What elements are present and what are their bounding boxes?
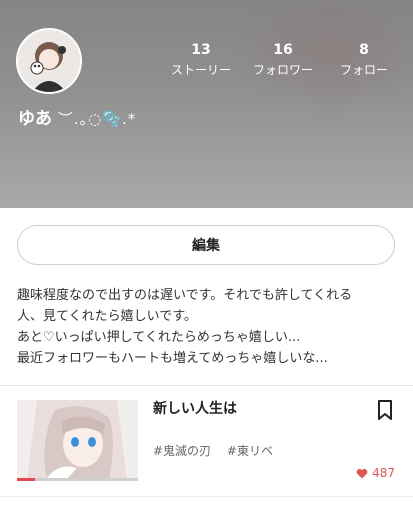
story-title[interactable]: 新しい人生は [153,398,237,418]
stat-followers[interactable]: 16 フォロワー [248,42,318,79]
followers-label: フォロワー [252,63,313,77]
read-progress-fill [17,478,36,481]
story-list-item[interactable]: 新しい人生は #鬼滅の刃 #東リベ 487 [0,386,413,496]
profile-header: 13 ストーリー 16 フォロワー 8 フォロー ゆあ ︶.｡◌🫧.* [0,0,413,208]
bio-line: 人、見てくれたら嬉しいです。 [17,309,197,324]
bookmark-icon[interactable] [376,399,394,421]
bio-line: あと♡いっぱい押してくれたらめっちゃ嬉しい... [17,330,301,345]
stat-following[interactable]: 8 フォロー [334,42,394,79]
stories-label: ストーリー [170,63,231,77]
story-tag[interactable]: #鬼滅の刃 [153,444,211,458]
story-likes: 487 [356,466,395,480]
username-text: ゆあ [18,109,52,129]
followers-count: 16 [273,42,293,58]
bio-line: 趣味程度なので出すのは遅いです。それでも許してくれる [17,288,353,303]
edit-profile-button[interactable]: 編集 [17,225,395,265]
read-progress-bar [17,478,138,481]
section-divider [0,496,413,497]
story-tag[interactable]: #東リベ [227,444,273,458]
stories-count: 13 [191,42,211,58]
likes-count: 487 [372,466,395,480]
stat-stories[interactable]: 13 ストーリー [166,42,236,79]
profile-stats: 13 ストーリー 16 フォロワー 8 フォロー [0,42,413,82]
profile-bio: 趣味程度なので出すのは遅いです。それでも許してくれる 人、見てくれたら嬉しいです… [17,285,397,369]
story-tags: #鬼滅の刃 #東リベ [153,442,285,459]
username-decoration: ︶.｡◌🫧.* [57,110,137,128]
username: ゆあ ︶.｡◌🫧.* [18,104,136,129]
story-thumbnail[interactable] [17,400,138,481]
following-label: フォロー [339,63,388,77]
bio-line: 最近フォロワーもハートも増えてめっちゃ嬉しいな... [17,351,328,366]
heart-icon [356,468,368,478]
following-count: 8 [359,42,369,58]
